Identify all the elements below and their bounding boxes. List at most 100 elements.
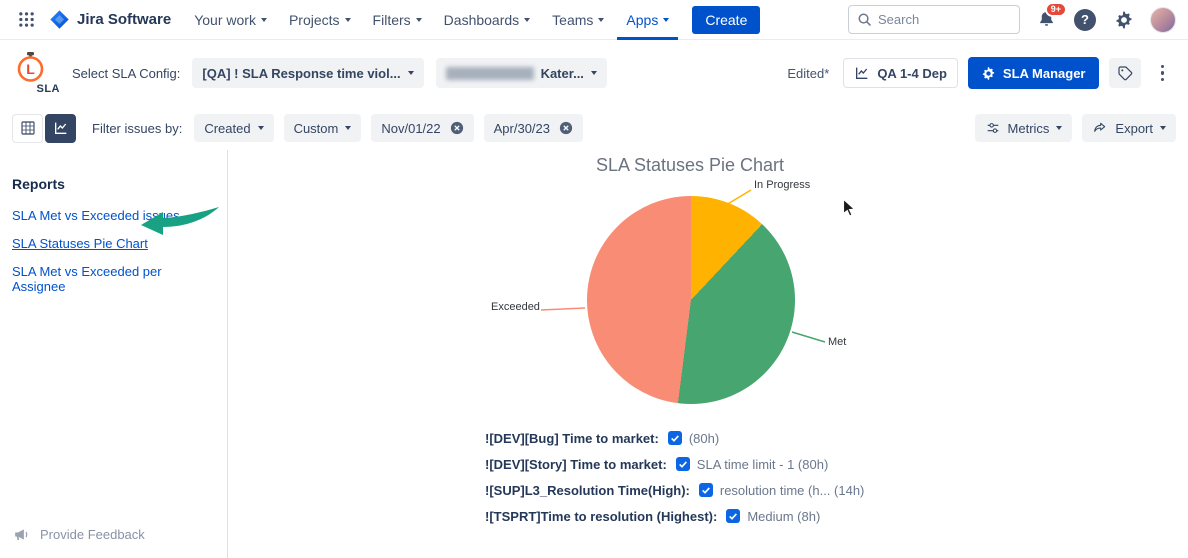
svg-text:L: L: [26, 61, 35, 77]
date-field-value: Created: [204, 121, 250, 136]
sla-metric-row: ![DEV][Bug] Time to market: (80h): [485, 430, 864, 446]
user-avatar[interactable]: [1150, 7, 1176, 33]
checkbox-checked[interactable]: [699, 483, 713, 497]
sla-manager-label: SLA Manager: [1003, 66, 1086, 81]
line-chart-icon: [53, 120, 69, 136]
help-button[interactable]: ?: [1072, 7, 1098, 33]
period-value: Custom: [294, 121, 339, 136]
search-input[interactable]: [878, 12, 998, 27]
sla-owner-dropdown[interactable]: Kater...: [436, 58, 607, 88]
redacted-text: [446, 67, 534, 80]
kebab-icon: [1161, 65, 1165, 69]
chevron-down-icon: [591, 71, 597, 75]
chevron-down-icon: [261, 18, 267, 22]
metric-label: ![DEV][Bug] Time to market:: [485, 431, 659, 446]
nav-item-label: Dashboards: [444, 12, 520, 28]
create-button[interactable]: Create: [692, 6, 760, 34]
pie-chart[interactable]: [587, 196, 795, 404]
provide-feedback-link[interactable]: Provide Feedback: [12, 525, 145, 544]
gear-icon: [1114, 10, 1134, 30]
export-button[interactable]: Export: [1082, 114, 1176, 142]
sla-config-dropdown[interactable]: [QA] ! SLA Response time viol...: [192, 58, 423, 88]
remove-date-from-button[interactable]: [450, 121, 464, 135]
chevron-down-icon: [345, 18, 351, 22]
metric-value: SLA time limit - 1 (80h): [697, 457, 829, 472]
mouse-cursor: [840, 198, 858, 218]
stopwatch-icon: L: [14, 51, 48, 85]
nav-item-label: Teams: [552, 12, 593, 28]
search-box[interactable]: [848, 5, 1020, 34]
pie-label-exceeded: Exceeded: [491, 301, 537, 313]
filter-actions: Metrics Export: [975, 114, 1176, 142]
chevron-down-icon: [416, 18, 422, 22]
tag-button[interactable]: [1109, 58, 1141, 88]
sla-metric-row: ![TSPRT]Time to resolution (Highest): Me…: [485, 508, 864, 524]
nav-item-projects[interactable]: Projects: [280, 0, 360, 40]
metric-label: ![TSPRT]Time to resolution (Highest):: [485, 509, 717, 524]
sla-config-bar: L SLA Select SLA Config: [QA] ! SLA Resp…: [0, 40, 1188, 106]
sla-metric-row: ![SUP]L3_Resolution Time(High): resoluti…: [485, 482, 864, 498]
annotation-arrow-icon: [138, 205, 222, 239]
date-to-chip[interactable]: Apr/30/23: [484, 114, 583, 142]
nav-item-label: Filters: [373, 12, 411, 28]
date-to-value: Apr/30/23: [494, 121, 550, 136]
edited-status: Edited*: [787, 66, 829, 81]
chevron-down-icon: [408, 71, 414, 75]
sla-app-logo: L SLA: [14, 51, 60, 95]
metrics-label: Metrics: [1008, 121, 1050, 136]
sidebar-item-met-vs-exceeded-assignee[interactable]: SLA Met vs Exceeded per Assignee: [12, 264, 215, 294]
metric-label: ![SUP]L3_Resolution Time(High):: [485, 483, 690, 498]
metrics-button[interactable]: Metrics: [975, 114, 1073, 142]
topnav-right-group: 9+ ?: [848, 5, 1176, 34]
reports-heading: Reports: [12, 176, 215, 192]
nav-item-apps[interactable]: Apps: [617, 0, 678, 40]
date-from-chip[interactable]: Nov/01/22: [371, 114, 473, 142]
nav-item-label: Apps: [626, 12, 658, 28]
more-options-button[interactable]: [1151, 59, 1175, 88]
share-arrow-icon: [1092, 120, 1108, 136]
nav-item-dashboards[interactable]: Dashboards: [435, 0, 540, 40]
sla-manager-button[interactable]: SLA Manager: [968, 57, 1099, 89]
period-dropdown[interactable]: Custom: [284, 114, 362, 142]
notifications-button[interactable]: 9+: [1033, 7, 1059, 33]
app-name: Jira Software: [77, 11, 171, 28]
chart-view-button[interactable]: [45, 114, 76, 143]
grid-dots-icon: [18, 11, 35, 28]
chevron-down-icon: [258, 126, 264, 130]
reports-sidebar: Reports SLA Met vs Exceeded issues SLA S…: [0, 150, 228, 558]
select-sla-config-label: Select SLA Config:: [72, 66, 180, 81]
table-grid-icon: [20, 120, 36, 136]
date-from-value: Nov/01/22: [381, 121, 440, 136]
checkbox-checked[interactable]: [726, 509, 740, 523]
checkbox-checked[interactable]: [668, 431, 682, 445]
app-switcher-button[interactable]: [12, 7, 41, 32]
tag-icon: [1117, 65, 1133, 81]
table-view-button[interactable]: [12, 114, 43, 143]
chart-title: SLA Statuses Pie Chart: [229, 155, 1151, 176]
date-field-dropdown[interactable]: Created: [194, 114, 273, 142]
avatar: [1150, 7, 1176, 33]
check-icon: [670, 433, 680, 443]
config-actions: Edited* QA 1-4 Dep SLA Manager: [787, 57, 1174, 89]
chevron-down-icon: [663, 18, 669, 22]
metric-value: (80h): [689, 431, 719, 446]
pie-label-in-progress: In Progress: [754, 179, 810, 191]
nav-item-filters[interactable]: Filters: [364, 0, 431, 40]
search-icon: [857, 12, 872, 27]
nav-item-your-work[interactable]: Your work: [185, 0, 276, 40]
jira-logo[interactable]: Jira Software: [45, 9, 181, 30]
sla-metric-row: ![DEV][Story] Time to market: SLA time l…: [485, 456, 864, 472]
chevron-down-icon: [345, 126, 351, 130]
notification-badge: 9+: [1045, 2, 1067, 18]
check-icon: [678, 459, 688, 469]
provide-feedback-label: Provide Feedback: [40, 527, 145, 542]
remove-date-to-button[interactable]: [559, 121, 573, 135]
sla-owner-value: Kater...: [541, 66, 584, 81]
jira-logo-icon: [49, 9, 70, 30]
settings-button[interactable]: [1111, 7, 1137, 33]
nav-item-teams[interactable]: Teams: [543, 0, 613, 40]
checkbox-checked[interactable]: [676, 457, 690, 471]
qa-dep-button[interactable]: QA 1-4 Dep: [843, 58, 958, 88]
sla-logo-text: SLA: [37, 83, 61, 95]
circle-x-icon: [559, 121, 573, 135]
